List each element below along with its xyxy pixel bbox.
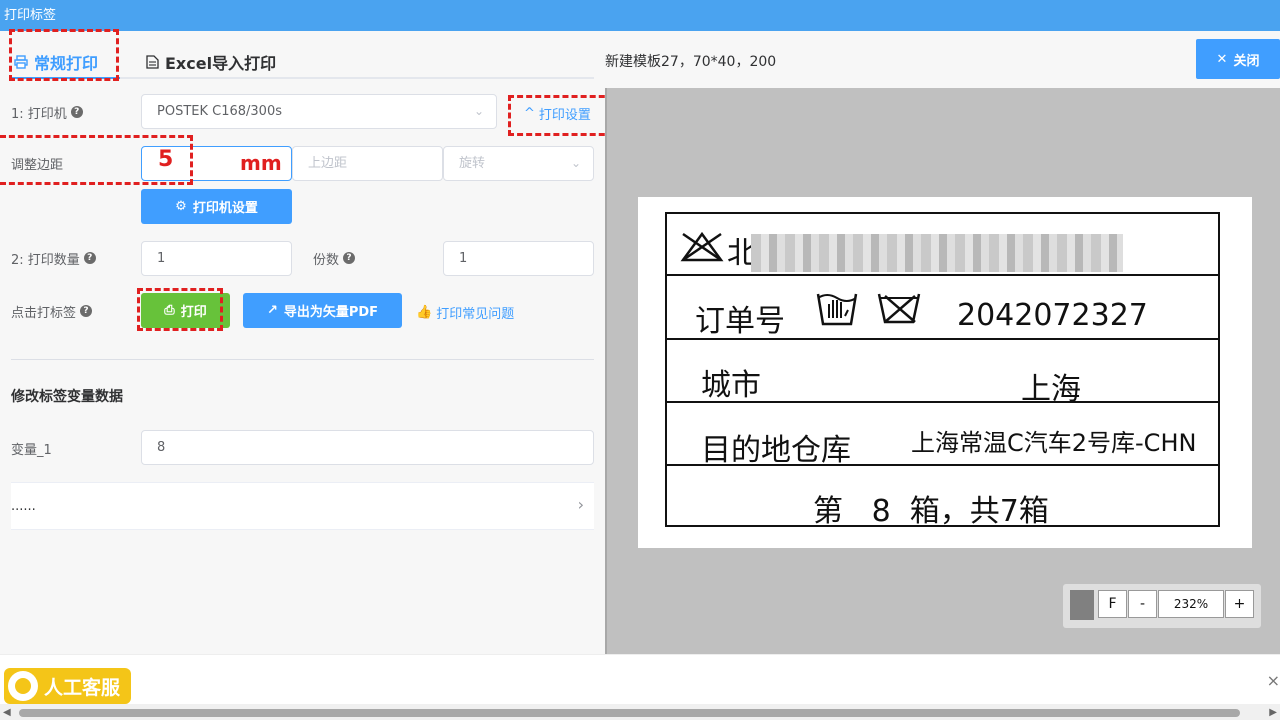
faq-link-text: 打印常见问题 — [436, 307, 515, 322]
zoom-level-text: 232% — [1173, 597, 1209, 611]
variables-section-title: 修改标签变量数据 — [11, 389, 123, 405]
help-icon[interactable]: ? — [83, 252, 96, 264]
click-print-label: 点击打标签 ? — [11, 294, 93, 328]
document-icon — [146, 55, 159, 69]
printer-label: 1: 打印机 ? — [11, 95, 83, 129]
zoom-controls: F - 232% + — [1063, 584, 1261, 628]
var1-value: 8 — [157, 440, 166, 455]
zoom-out-label: - — [1139, 596, 1146, 612]
chevron-down-icon: ⌄ — [570, 156, 581, 170]
help-icon[interactable]: ? — [80, 305, 93, 317]
no-tumble-dry-icon — [877, 293, 921, 324]
customer-service-label: 人工客服 — [44, 676, 121, 699]
window-title-bar: 打印标签 — [0, 0, 1280, 31]
chevron-right-icon: › — [577, 495, 584, 514]
zoom-fit-button[interactable]: F — [1098, 590, 1127, 618]
margin-unit: mm — [240, 151, 282, 175]
order-number: 2042072327 — [957, 298, 1148, 333]
hand-wash-icon — [816, 293, 858, 326]
faq-link[interactable]: 👍 打印常见问题 — [416, 303, 514, 322]
close-button[interactable]: ✕ 关闭 — [1196, 39, 1280, 79]
window-title: 打印标签 — [4, 8, 57, 23]
click-print-label-text: 点击打标签 — [11, 305, 77, 321]
highlight-regular-tab — [9, 29, 119, 81]
city-value: 上海 — [1021, 372, 1081, 407]
destination-label: 目的地仓库 — [701, 433, 851, 468]
label-row-company: 北 — [667, 214, 1218, 276]
export-pdf-button[interactable]: ↗ 导出为矢量PDF — [243, 293, 402, 328]
highlight-margin — [0, 135, 193, 185]
scroll-left-icon[interactable]: ◀ — [3, 707, 11, 718]
gear-icon: ⚙ — [175, 199, 187, 214]
export-pdf-button-label: 导出为矢量PDF — [283, 305, 379, 320]
copies-label: 份数 ? — [313, 241, 356, 275]
printer-label-text: 1: 打印机 — [11, 106, 67, 122]
customer-service-button[interactable]: 人工客服 — [4, 668, 131, 704]
close-icon: ✕ — [1216, 51, 1228, 67]
label-content: 北 订单号 2042072327 城市 上海 目的地仓库 上海常温C汽车2号库-… — [665, 212, 1220, 529]
preview-panel: 新建模板27，70*40，200 ✕ 关闭 北 订单号 2042072327 城… — [605, 31, 1280, 654]
copies-input[interactable]: 1 — [443, 241, 594, 276]
help-icon[interactable]: ? — [70, 106, 83, 118]
top-margin-input[interactable]: 上边距 — [292, 146, 443, 181]
scrollbar-thumb[interactable] — [19, 709, 1240, 717]
label-paper: 北 订单号 2042072327 城市 上海 目的地仓库 上海常温C汽车2号库-… — [638, 197, 1252, 548]
quantity-input[interactable]: 1 — [141, 241, 292, 276]
section-divider — [11, 359, 594, 360]
quantity-label-text: 2: 打印数量 — [11, 252, 80, 268]
city-label: 城市 — [701, 368, 761, 403]
order-label: 订单号 — [695, 304, 785, 339]
tab-excel-label: Excel导入打印 — [165, 54, 277, 73]
printer-settings-button-label: 打印机设置 — [192, 201, 258, 216]
template-title: 新建模板27，70*40，200 — [605, 54, 777, 70]
label-row-city: 城市 上海 — [667, 340, 1218, 407]
copies-value: 1 — [459, 251, 468, 266]
preview-canvas[interactable]: 北 订单号 2042072327 城市 上海 目的地仓库 上海常温C汽车2号库-… — [605, 88, 1280, 654]
chevron-down-icon: ⌄ — [473, 104, 484, 118]
close-icon[interactable]: × — [1267, 671, 1280, 690]
background-color-swatch[interactable] — [1070, 590, 1094, 620]
printer-select-value: POSTEK C168/300s — [157, 104, 282, 119]
company-name-blurred — [751, 234, 1123, 272]
top-margin-placeholder: 上边距 — [308, 156, 348, 171]
headset-icon — [8, 671, 38, 701]
zoom-fit-label: F — [1108, 596, 1117, 612]
zoom-out-button[interactable]: - — [1128, 590, 1157, 618]
no-ironing-icon — [680, 231, 724, 262]
thumbs-up-icon: 👍 — [416, 305, 433, 320]
label-row-order: 订单号 2042072327 — [667, 276, 1218, 340]
bottom-bar: 人工客服 × — [0, 654, 1280, 704]
highlight-print-button — [137, 288, 223, 331]
zoom-in-button[interactable]: + — [1225, 590, 1254, 618]
more-variables-text: ...... — [11, 499, 36, 514]
zoom-level: 232% — [1158, 590, 1224, 618]
printer-settings-button[interactable]: ⚙ 打印机设置 — [141, 189, 292, 224]
zoom-in-label: + — [1233, 596, 1246, 612]
destination-value: 上海常温C汽车2号库-CHN — [911, 429, 1197, 457]
var1-input[interactable]: 8 — [141, 430, 594, 465]
more-variables-collapse[interactable]: ...... › — [11, 482, 594, 530]
quantity-value: 1 — [157, 251, 166, 266]
arrow-up-right-icon: ↗ — [266, 303, 278, 318]
var1-label-text: 变量_1 — [11, 442, 52, 458]
label-row-destination: 目的地仓库 上海常温C汽车2号库-CHN — [667, 403, 1218, 468]
label-row-box: 第 8 箱，共7箱 — [667, 466, 1218, 529]
close-button-label: 关闭 — [1233, 53, 1260, 69]
print-form-panel: 常规打印 Excel导入打印 1: 打印机 ? POSTEK C168/300s… — [0, 29, 632, 654]
rotate-select[interactable]: 旋转 ⌄ — [443, 146, 594, 181]
horizontal-scrollbar[interactable]: ◀ ▶ — [0, 704, 1280, 720]
tab-excel-import[interactable]: Excel导入打印 — [146, 45, 276, 79]
scroll-right-icon[interactable]: ▶ — [1269, 707, 1277, 718]
var1-label: 变量_1 — [11, 431, 52, 465]
copies-label-text: 份数 — [313, 252, 340, 268]
help-icon[interactable]: ? — [343, 252, 356, 264]
rotate-placeholder: 旋转 — [459, 156, 486, 171]
box-count: 第 8 箱，共7箱 — [813, 494, 1049, 529]
printer-select[interactable]: POSTEK C168/300s ⌄ — [141, 94, 497, 129]
quantity-label: 2: 打印数量 ? — [11, 241, 96, 275]
